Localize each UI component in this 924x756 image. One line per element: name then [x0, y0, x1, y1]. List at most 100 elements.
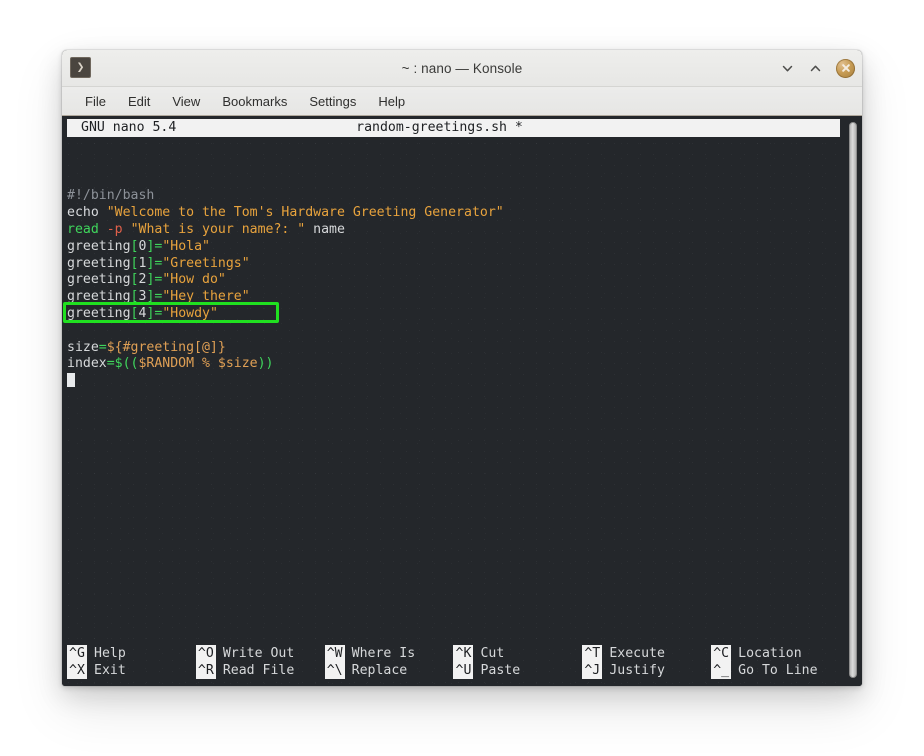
cursor-line: [67, 373, 862, 390]
window-title: ~ : nano — Konsole: [62, 61, 862, 76]
menu-item-view[interactable]: View: [161, 91, 211, 112]
code-token: [99, 222, 107, 237]
shortcut-item[interactable]: ^TExecute: [582, 645, 711, 662]
shortcut-key: ^_: [711, 662, 731, 679]
menu-item-edit[interactable]: Edit: [117, 91, 161, 112]
shortcut-label: Write Out: [216, 645, 294, 662]
menu-item-settings[interactable]: Settings: [298, 91, 367, 112]
shortcut-item[interactable]: ^GHelp: [67, 645, 196, 662]
code-token: "Welcome to the Tom's Hardware Greeting …: [107, 205, 504, 220]
shortcut-label: Execute: [602, 645, 665, 662]
code-token: read: [67, 222, 99, 237]
shortcut-item[interactable]: ^RRead File: [196, 662, 325, 679]
terminal-scrollbar[interactable]: [842, 116, 862, 686]
nano-shortcut-bar: ^GHelp^XExit^OWrite Out^RRead File^WWher…: [67, 645, 840, 679]
shortcut-column: ^OWrite Out^RRead File: [196, 645, 325, 679]
code-line: greeting[1]="Greetings": [67, 256, 862, 273]
window-titlebar[interactable]: ❯ ~ : nano — Konsole: [62, 50, 862, 87]
code-token: )): [258, 356, 274, 371]
code-token: -p: [107, 222, 123, 237]
code-token: greeting: [67, 239, 131, 254]
close-icon[interactable]: [836, 59, 855, 78]
shortcut-key: ^W: [325, 645, 345, 662]
shortcut-label: Where Is: [345, 645, 416, 662]
code-line: greeting[3]="Hey there": [67, 289, 862, 306]
terminal-area[interactable]: GNU nano 5.4 random-greetings.sh * #!/bi…: [62, 116, 862, 686]
code-token: echo: [67, 205, 99, 220]
shortcut-item[interactable]: ^JJustify: [582, 662, 711, 679]
code-line: greeting[4]="Howdy": [67, 306, 862, 323]
code-line: [67, 323, 862, 340]
code-token: =: [107, 356, 115, 371]
shortcut-item[interactable]: ^\Replace: [325, 662, 454, 679]
terminal-icon: ❯: [70, 57, 91, 78]
shortcut-item[interactable]: ^_Go To Line: [711, 662, 840, 679]
shortcut-key: ^J: [582, 662, 602, 679]
shortcut-item[interactable]: ^WWhere Is: [325, 645, 454, 662]
shortcut-column: ^GHelp^XExit: [67, 645, 196, 679]
shortcut-key: ^R: [196, 662, 216, 679]
shortcut-label: Location: [731, 645, 802, 662]
shortcut-key: ^C: [711, 645, 731, 662]
code-line: read -p "What is your name?: " name: [67, 222, 862, 239]
menubar: File Edit View Bookmarks Settings Help: [62, 87, 862, 116]
shortcut-key: ^O: [196, 645, 216, 662]
shortcut-key: ^X: [67, 662, 87, 679]
code-token: "Hola": [162, 239, 210, 254]
shortcut-column: ^KCut^UPaste: [453, 645, 582, 679]
shortcut-label: Justify: [602, 662, 665, 679]
code-token: "Greetings": [162, 256, 249, 271]
shortcut-item[interactable]: ^KCut: [453, 645, 582, 662]
chevron-down-icon[interactable]: [780, 61, 795, 76]
code-token: =: [99, 340, 107, 355]
code-token: "How do": [162, 272, 226, 287]
code-token: "Hey there": [162, 289, 249, 304]
shortcut-label: Paste: [473, 662, 520, 679]
code-line: #!/bin/bash: [67, 188, 862, 205]
shortcut-column: ^TExecute^JJustify: [582, 645, 711, 679]
text-cursor: [67, 373, 75, 387]
code-token: "Howdy": [162, 306, 218, 321]
menu-item-help[interactable]: Help: [367, 91, 416, 112]
code-token: "What is your name?: ": [131, 222, 306, 237]
scrollbar-thumb[interactable]: [849, 122, 857, 678]
code-token: greeting: [67, 289, 131, 304]
code-token: size: [67, 340, 99, 355]
shortcut-column: ^CLocation^_Go To Line: [711, 645, 840, 679]
shortcut-item[interactable]: ^UPaste: [453, 662, 582, 679]
shortcut-key: ^\: [325, 662, 345, 679]
code-token: greeting: [67, 306, 131, 321]
shortcut-key: ^T: [582, 645, 602, 662]
shortcut-label: Read File: [216, 662, 294, 679]
shortcut-key: ^K: [453, 645, 473, 662]
shortcut-label: Cut: [473, 645, 504, 662]
code-token: [99, 205, 107, 220]
code-line: greeting[2]="How do": [67, 272, 862, 289]
menu-item-bookmarks[interactable]: Bookmarks: [211, 91, 298, 112]
code-token: $RANDOM % $size: [138, 356, 257, 371]
shortcut-column: ^WWhere Is^\Replace: [325, 645, 454, 679]
code-line: index=$(($RANDOM % $size)): [67, 356, 862, 373]
shortcut-label: Help: [87, 645, 126, 662]
code-token: greeting: [67, 256, 131, 271]
code-token: greeting: [67, 272, 131, 287]
code-token: name: [305, 222, 345, 237]
nano-status-bar: GNU nano 5.4 random-greetings.sh *: [67, 119, 840, 137]
nano-editor-text[interactable]: #!/bin/bash echo "Welcome to the Tom's Ha…: [62, 137, 862, 390]
chevron-up-icon[interactable]: [808, 61, 823, 76]
nano-filename-label: random-greetings.sh *: [67, 120, 840, 137]
code-line: size=${#greeting[@]}: [67, 340, 862, 357]
konsole-window: ❯ ~ : nano — Konsole File Edit: [62, 50, 862, 686]
shortcut-item[interactable]: ^CLocation: [711, 645, 840, 662]
shortcut-label: Replace: [345, 662, 408, 679]
code-token: $((: [115, 356, 139, 371]
shortcut-item[interactable]: ^XExit: [67, 662, 196, 679]
shortcut-item[interactable]: ^OWrite Out: [196, 645, 325, 662]
code-token: [123, 222, 131, 237]
menu-item-file[interactable]: File: [74, 91, 117, 112]
code-token: #!/bin/bash: [67, 188, 154, 203]
code-token: ${#greeting[@]}: [107, 340, 226, 355]
code-line: echo "Welcome to the Tom's Hardware Gree…: [67, 205, 862, 222]
shortcut-key: ^G: [67, 645, 87, 662]
code-token: index: [67, 356, 107, 371]
